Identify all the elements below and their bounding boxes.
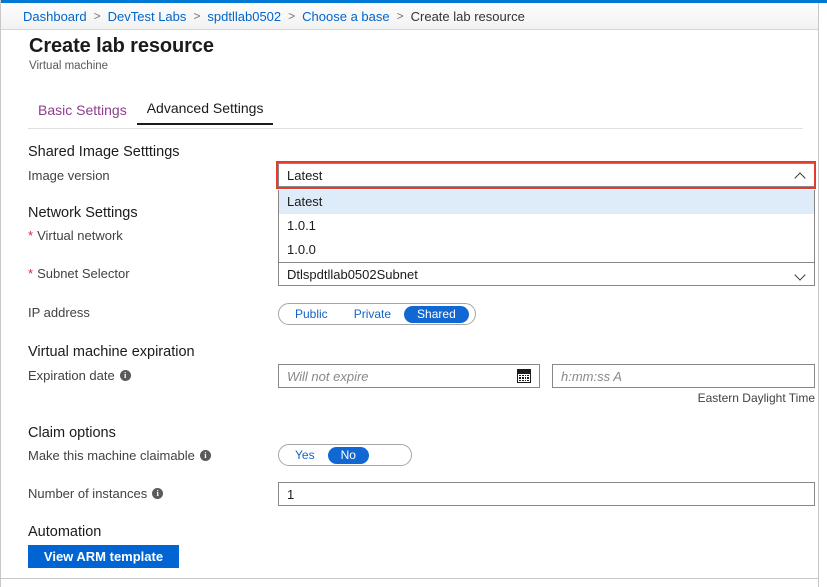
section-heading-network-settings: Network Settings [28,205,138,221]
label-virtual-network-text: Virtual network [37,228,123,243]
label-image-version: Image version [28,168,110,183]
view-arm-template-button[interactable]: View ARM template [28,545,179,568]
tab-basic-settings[interactable]: Basic Settings [28,102,137,125]
label-ip-address: IP address [28,305,90,320]
claimable-toggle[interactable]: Yes No [278,444,412,466]
section-heading-automation: Automation [28,524,102,540]
info-icon[interactable]: i [152,488,164,499]
timezone-note: Eastern Daylight Time [697,391,815,405]
label-subnet-selector-text: Subnet Selector [37,266,130,281]
breadcrumb-separator: > [93,9,101,23]
breadcrumb-item-dashboard[interactable]: Dashboard [23,9,87,24]
subnet-selector-select[interactable]: Dtlspdtllab0502Subnet [278,262,815,286]
image-version-dropdown-list[interactable]: Latest 1.0.1 1.0.0 [278,190,815,263]
ip-option-shared[interactable]: Shared [404,305,469,323]
expiration-date-input[interactable]: Will not expire [278,364,540,388]
breadcrumb-item-create-lab-resource: Create lab resource [410,8,525,24]
number-of-instances-value: 1 [287,486,295,502]
image-version-select[interactable]: Latest [278,163,815,187]
breadcrumb-item-lab[interactable]: spdtllab0502 [207,9,281,24]
dropdown-option-latest[interactable]: Latest [279,190,814,214]
chevron-down-icon [796,269,806,279]
ip-option-public[interactable]: Public [282,306,341,323]
info-icon[interactable]: i [119,370,131,381]
expiration-time-input[interactable]: h:mm:ss A [552,364,815,388]
subnet-selector-value: Dtlspdtllab0502Subnet [287,266,418,282]
breadcrumb-separator: > [288,9,296,23]
label-virtual-network: * Virtual network [28,228,123,243]
calendar-icon[interactable] [517,369,531,383]
label-make-machine-claimable: Make this machine claimable i [28,448,211,463]
ip-option-private[interactable]: Private [341,306,404,323]
expiration-time-placeholder: h:mm:ss A [561,368,622,384]
breadcrumb-separator: > [193,9,201,23]
page-subtitle: Virtual machine [29,60,109,72]
label-number-of-instances: Number of instances i [28,486,164,501]
number-of-instances-input[interactable]: 1 [278,482,815,506]
window-border-left [0,0,1,587]
label-expiration-date: Expiration date i [28,368,131,383]
tab-bar: Basic Settings Advanced Settings [28,100,274,125]
section-heading-shared-image-settings: Shared Image Setttings [28,144,180,160]
claimable-option-yes[interactable]: Yes [282,447,328,464]
required-marker: * [28,228,34,243]
tab-divider [28,128,803,129]
required-marker: * [28,266,34,281]
info-icon[interactable]: i [199,450,211,461]
calendar-icon-grid [517,373,531,383]
dropdown-option-1-0-1[interactable]: 1.0.1 [279,214,814,238]
dropdown-option-1-0-0[interactable]: 1.0.0 [279,238,814,262]
label-number-of-instances-text: Number of instances [28,486,148,501]
section-heading-vm-expiration: Virtual machine expiration [28,344,195,360]
label-subnet-selector: * Subnet Selector [28,266,130,281]
expiration-date-placeholder: Will not expire [287,368,369,384]
breadcrumb-separator: > [396,9,404,23]
page-header: Create lab resource Virtual machine [1,30,818,72]
page-title: Create lab resource [29,35,214,57]
label-ip-address-text: IP address [28,305,90,320]
tab-advanced-settings[interactable]: Advanced Settings [136,100,274,125]
breadcrumb: Dashboard > DevTest Labs > spdtllab0502 … [1,3,818,30]
ip-address-toggle[interactable]: Public Private Shared [278,303,476,325]
label-image-version-text: Image version [28,168,110,183]
image-version-value: Latest [287,167,323,183]
window-border-bottom [0,578,819,579]
label-make-machine-claimable-text: Make this machine claimable [28,448,195,463]
claimable-option-no[interactable]: No [327,446,369,464]
create-lab-resource-window: Dashboard > DevTest Labs > spdtllab0502 … [0,0,827,587]
breadcrumb-item-choose-a-base[interactable]: Choose a base [302,9,389,24]
window-border-right [818,3,819,587]
breadcrumb-item-devtest-labs[interactable]: DevTest Labs [108,9,187,24]
section-heading-claim-options: Claim options [28,425,116,441]
label-expiration-date-text: Expiration date [28,368,115,383]
chevron-up-icon [796,170,806,180]
